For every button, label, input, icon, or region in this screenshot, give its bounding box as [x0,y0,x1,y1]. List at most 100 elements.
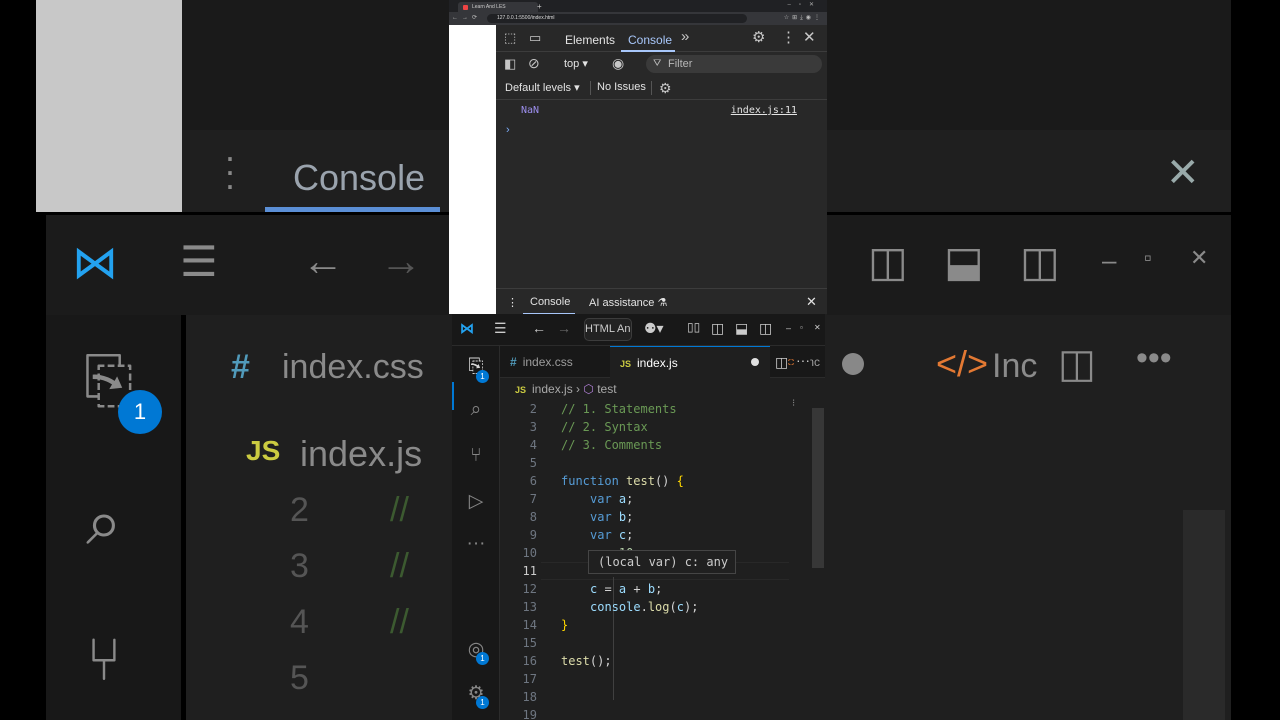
bg-css-hash-icon: # [231,348,250,386]
menu-icon[interactable]: ☰ [494,320,507,337]
devtools-tabbar: ⬚ ▭ Elements Console » ⚙ ⋮ ✕ [496,25,827,52]
page-viewport[interactable] [449,25,496,314]
device-toolbar-icon[interactable]: ▭ [529,31,541,45]
new-tab-button[interactable]: + [537,2,542,11]
bg-minimize-icon: – [1102,245,1117,275]
inspect-element-icon[interactable]: ⬚ [504,31,516,45]
close-window-icon[interactable]: ✕ [814,323,821,332]
code-line: 12 c = a + b; [500,580,818,598]
log-source-link[interactable]: index.js:11 [731,105,797,116]
line-number: 6 [529,474,537,488]
copilot-icon[interactable]: ⚉▾ [644,320,664,337]
token: (); [589,654,612,668]
chevrons-right-icon[interactable]: » [681,29,689,44]
browser-nav-icons[interactable]: ←→⟳ [452,14,481,21]
toggle-panel-icon[interactable]: ⬓ [735,320,748,337]
browser-tab-title: Learn And LES [472,4,506,10]
line-number: 7 [529,492,537,506]
token: var [590,492,612,506]
sidebar-toggle-icon[interactable]: ◧ [504,57,516,71]
console-levels-bar: Default levels ▾ No Issues ⚙ [496,76,827,100]
drawer-tab-ai-assistance[interactable]: AI assistance ⚗ [589,296,667,309]
line-number: 2 [529,402,537,416]
tab-label: index.js [637,356,678,370]
token: { [676,474,684,488]
close-icon[interactable]: ✕ [803,30,816,45]
filter-input[interactable]: ⛛ Filter [646,55,822,73]
browser-tab[interactable]: Learn And LES [458,2,538,12]
eye-icon[interactable]: ◉ [612,56,624,70]
active-view-indicator [452,382,454,410]
search-icon[interactable]: ⌕ [464,399,488,423]
token: ; [626,510,634,524]
maximize-icon[interactable]: ▫ [800,323,803,332]
back-icon[interactable]: ← [532,320,546,336]
browser-extension-icons[interactable]: ☆⊞⤓◉⋮ [784,14,823,22]
line-content: // 1. Statements [561,402,677,416]
browser-chrome: Learn And LES + –▫✕ ←→⟳ 127.0.0.1:5500/i… [449,0,827,25]
accounts-badge: 1 [476,652,489,665]
minimize-icon[interactable]: – [786,323,791,333]
js-file-icon: JS [515,385,527,395]
drawer-menu-icon[interactable]: ⋮ [507,296,518,309]
window-controls[interactable]: –▫✕ [788,1,823,8]
drawer-ai-label: AI assistance [589,297,655,309]
split-editor-icon[interactable]: ◫ [772,354,789,371]
line-number: 4 [529,438,537,452]
token: var [590,510,612,524]
modified-dot-icon[interactable] [751,358,759,366]
browser-tabstrip: Learn And LES + –▫✕ [449,0,827,12]
bg-forward-icon: → [380,237,422,284]
address-bar[interactable]: 127.0.0.1:5500/index.html [487,14,747,23]
context-selector[interactable]: top ▾ [564,57,588,70]
minimap-toggle-icon[interactable]: ⁝ [792,398,795,409]
breadcrumb-file[interactable]: index.js [532,382,573,396]
more-views-icon[interactable]: ··· [464,533,488,557]
bg-close-window-icon: ✕ [1190,245,1209,270]
bg-close-icon: ✕ [1166,151,1200,195]
code-line: 18 [500,688,818,706]
symbol-icon: ⬡ [583,382,594,396]
kebab-menu-icon[interactable]: ⋮ [781,30,796,45]
code-line: 2 // 1. Statements [500,400,818,418]
flask-icon: ⚗ [657,297,668,309]
tab-console[interactable]: Console [628,33,672,47]
token: console [590,600,641,614]
line-content: // 3. Comments [561,438,663,452]
console-log-row: NaN index.js:11 [496,102,827,120]
line-content: var c; [590,526,633,544]
tab-elements[interactable]: Elements [565,33,615,47]
code-line: 4 // 3. Comments [500,436,818,454]
editor-scrollbar-thumb[interactable] [812,408,824,568]
gear-icon[interactable]: ⚙ [752,30,765,45]
bg-gutter-3: 3 [290,547,309,585]
clear-console-icon[interactable]: ⊘ [528,56,540,70]
more-actions-icon[interactable]: ··· [794,352,810,368]
breadcrumb-symbol[interactable]: test [597,382,616,396]
no-issues-button[interactable]: No Issues [597,81,646,93]
bg-kebab-icon: · · · [224,136,236,205]
default-levels-dropdown[interactable]: Default levels ▾ [505,81,580,94]
toggle-sidebar-icon[interactable]: ◫ [711,320,724,337]
command-center[interactable]: HTML And [584,318,632,341]
tab-index-js[interactable]: JS index.js [610,346,770,378]
drawer-close-icon[interactable]: ✕ [806,294,817,310]
settings-badge: 1 [476,696,489,709]
toggle-secondary-sidebar-icon[interactable]: ◫ [759,320,772,337]
customize-layout-icon[interactable]: ▯▯ [687,320,700,334]
bg-explorer-badge: 1 [118,390,162,434]
bg-layout-icon: ◫ [868,238,908,285]
forward-icon[interactable]: → [557,320,571,336]
bg-search-icon: ⌕ [86,486,122,558]
css-file-icon: # [510,355,517,369]
source-control-icon[interactable]: ⑂ [464,445,488,469]
explorer-badge: 1 [476,370,489,383]
tab-index-css[interactable]: # index.css [500,346,610,378]
separator [590,81,591,95]
code-line: 5 [500,454,818,472]
console-settings-gear-icon[interactable]: ⚙ [659,81,672,95]
run-debug-icon[interactable]: ▷ [464,490,488,514]
drawer-tab-console[interactable]: Console [530,296,570,308]
bg-tab-js-label: index.js [300,433,423,474]
console-prompt[interactable]: › [506,124,510,136]
